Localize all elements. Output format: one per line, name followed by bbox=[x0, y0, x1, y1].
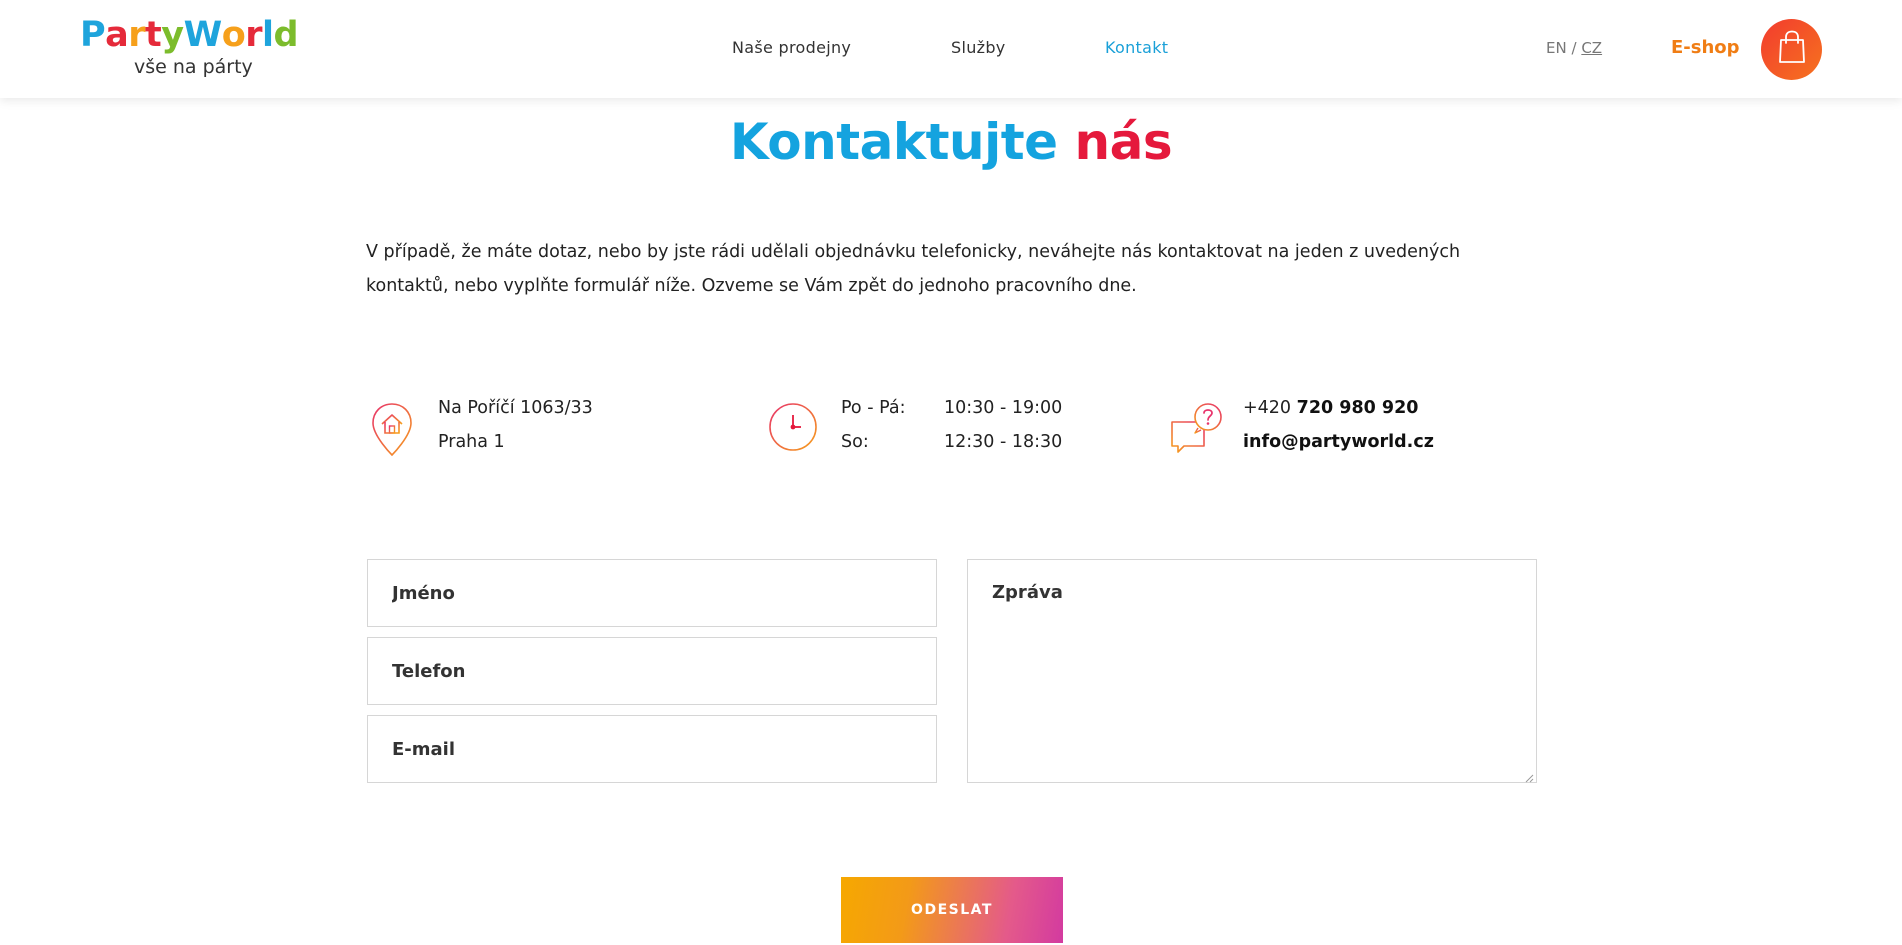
phone-input[interactable] bbox=[368, 638, 936, 704]
email-line: info@partyworld.cz bbox=[1243, 432, 1434, 452]
contact-details-block: +420 720 980 920 info@partyworld.cz bbox=[1170, 398, 1530, 462]
page-title-part1: Kontaktujte bbox=[729, 113, 1058, 171]
nav-item-services[interactable]: Služby bbox=[951, 38, 1006, 57]
phone-prefix: +420 bbox=[1243, 398, 1292, 418]
lang-cz-link[interactable]: CZ bbox=[1581, 39, 1602, 57]
opening-hours-block: Po - Pá: 10:30 - 19:00 So: 12:30 - 18:30 bbox=[768, 398, 1108, 462]
email-link[interactable]: info@partyworld.cz bbox=[1243, 432, 1434, 452]
address-block: Na Poříčí 1063/33 Praha 1 bbox=[370, 398, 730, 462]
name-input[interactable] bbox=[368, 560, 936, 626]
page-title-part2: nás bbox=[1074, 113, 1173, 171]
chat-question-icon bbox=[1170, 402, 1226, 461]
nav-item-contact[interactable]: Kontakt bbox=[1105, 38, 1168, 57]
logo-letter: W bbox=[183, 15, 223, 55]
saturday-time: 12:30 - 18:30 bbox=[944, 432, 1063, 452]
weekday-label: Po - Pá: bbox=[841, 398, 906, 418]
logo-letter: d bbox=[273, 15, 299, 55]
logo-letter: a bbox=[105, 15, 129, 55]
logo-letter: P bbox=[80, 15, 106, 55]
logo-letter: y bbox=[161, 15, 184, 55]
nav-item-stores[interactable]: Naše prodejny bbox=[732, 38, 851, 57]
site-header: PartyWorld vše na párty Naše prodejny Sl… bbox=[0, 0, 1902, 98]
lang-separator: / bbox=[1571, 39, 1577, 57]
eshop-link[interactable]: E-shop bbox=[1671, 37, 1740, 58]
message-field-wrapper bbox=[967, 559, 1537, 783]
intro-line-1: V případě, že máte dotaz, nebo by jste r… bbox=[366, 242, 1461, 262]
location-pin-icon bbox=[370, 402, 414, 463]
clock-icon bbox=[768, 402, 820, 459]
intro-line-2: kontaktů, nebo vyplňte formulář níže. Oz… bbox=[366, 276, 1137, 296]
email-field-wrapper bbox=[367, 715, 937, 783]
name-field-wrapper bbox=[367, 559, 937, 627]
logo-tagline: vše na párty bbox=[134, 56, 253, 78]
message-textarea[interactable] bbox=[968, 560, 1536, 782]
resize-grip-icon[interactable] bbox=[1524, 770, 1534, 783]
page-title: Kontaktujte nás bbox=[0, 108, 1902, 176]
address-line-1: Na Poříčí 1063/33 bbox=[438, 398, 593, 418]
submit-button[interactable]: ODESLAT bbox=[841, 877, 1063, 943]
phone-line: +420 720 980 920 bbox=[1243, 398, 1418, 418]
lang-en-link[interactable]: EN bbox=[1546, 39, 1567, 57]
cart-button[interactable] bbox=[1761, 19, 1822, 80]
phone-number[interactable]: 720 980 920 bbox=[1297, 398, 1419, 418]
logo-wordmark: PartyWorld bbox=[80, 16, 300, 54]
language-switcher: EN / CZ bbox=[1546, 39, 1602, 57]
logo-letter: t bbox=[145, 15, 162, 55]
phone-field-wrapper bbox=[367, 637, 937, 705]
email-input[interactable] bbox=[368, 716, 936, 782]
address-line-2: Praha 1 bbox=[438, 432, 505, 452]
logo-letter: l bbox=[262, 15, 274, 55]
logo-letter: o bbox=[221, 15, 246, 55]
saturday-label: So: bbox=[841, 432, 869, 452]
logo-letter: r bbox=[128, 15, 146, 55]
weekday-time: 10:30 - 19:00 bbox=[944, 398, 1063, 418]
shopping-bag-icon bbox=[1778, 30, 1806, 69]
logo-link[interactable]: PartyWorld vše na párty bbox=[80, 16, 300, 80]
intro-text: V případě, že máte dotaz, nebo by jste r… bbox=[366, 235, 1516, 303]
logo-letter: r bbox=[245, 15, 263, 55]
